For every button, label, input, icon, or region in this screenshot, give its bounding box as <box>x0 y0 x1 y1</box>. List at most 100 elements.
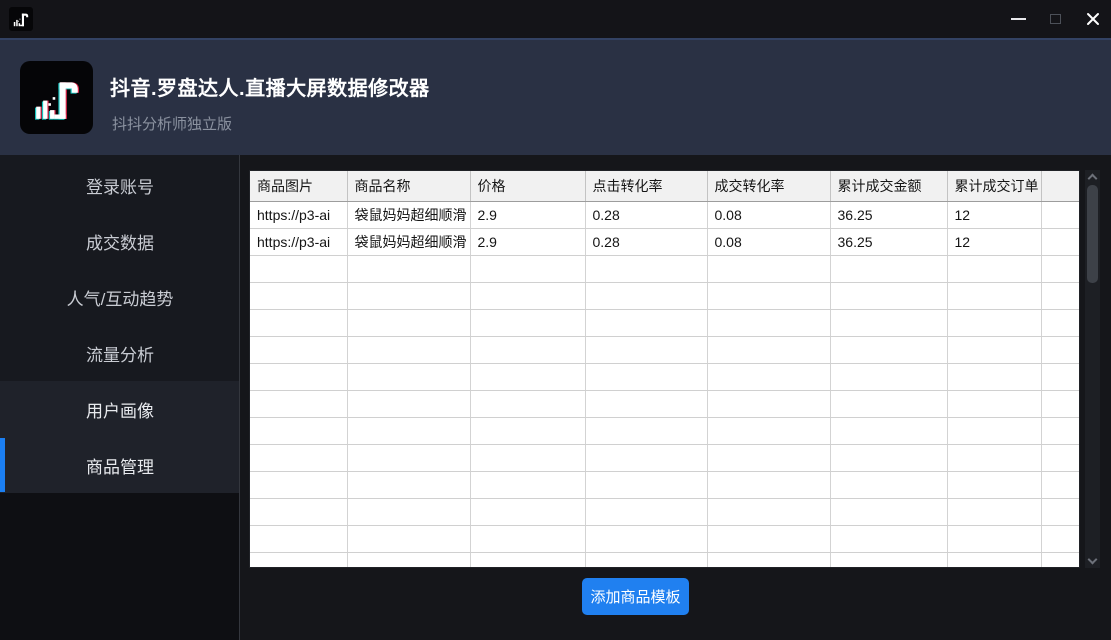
table-cell[interactable]: 0.28 <box>585 228 708 256</box>
table-cell-empty <box>707 309 831 337</box>
sidebar-item-label: 人气/互动趋势 <box>66 289 174 309</box>
column-header[interactable]: 商品图片 <box>250 171 348 202</box>
table-cell-empty <box>830 336 948 364</box>
table-cell[interactable]: 2.9 <box>470 201 586 229</box>
chevron-up-icon[interactable] <box>1087 173 1098 184</box>
table-cell[interactable]: 袋鼠妈妈超细顺滑 <box>347 201 471 229</box>
table-cell-empty <box>947 390 1042 418</box>
chevron-down-icon[interactable] <box>1087 554 1098 565</box>
minimize-button[interactable] <box>1000 0 1037 38</box>
table-cell-empty <box>470 255 586 283</box>
table-cell-empty[interactable] <box>1041 201 1079 229</box>
table-empty-row <box>250 282 1079 310</box>
app-logo <box>20 61 93 134</box>
sidebar-item[interactable]: 登录账号 <box>0 157 240 213</box>
table-cell-empty <box>250 336 348 364</box>
table-cell-empty <box>585 417 708 445</box>
table-cell[interactable]: 0.08 <box>707 201 831 229</box>
column-header[interactable]: 累计成交订单 <box>947 171 1042 202</box>
table-cell[interactable]: 12 <box>947 201 1042 229</box>
table-cell[interactable]: 0.08 <box>707 228 831 256</box>
column-header[interactable]: 点击转化率 <box>585 171 708 202</box>
table-cell-empty <box>470 417 586 445</box>
table-cell-empty <box>1041 444 1079 472</box>
table-header-row: 商品图片 商品名称 价格 点击转化率 成交转化率 累计成交金额 累计成交订单 <box>250 171 1079 202</box>
table-cell-empty <box>1041 363 1079 391</box>
table-cell[interactable]: 36.25 <box>830 228 948 256</box>
table-cell-empty <box>947 417 1042 445</box>
sidebar-item[interactable]: 流量分析 <box>0 325 240 381</box>
table-cell-empty <box>707 363 831 391</box>
table-cell[interactable]: 0.28 <box>585 201 708 229</box>
table-cell-empty <box>947 471 1042 499</box>
sidebar-item[interactable]: 成交数据 <box>0 213 240 269</box>
scrollbar-thumb[interactable] <box>1087 185 1098 283</box>
table-empty-row <box>250 552 1079 567</box>
table-cell-empty <box>830 417 948 445</box>
table-cell[interactable]: 36.25 <box>830 201 948 229</box>
sidebar-item[interactable]: 用户画像 <box>0 381 240 437</box>
table-cell-empty <box>585 363 708 391</box>
table-cell-empty <box>830 471 948 499</box>
table-cell-empty <box>250 498 348 526</box>
vertical-scrollbar[interactable] <box>1085 170 1100 568</box>
column-header-filler <box>1041 171 1079 202</box>
table-cell-empty <box>250 417 348 445</box>
table-empty-row <box>250 336 1079 364</box>
table-cell-empty <box>250 363 348 391</box>
table-cell-empty <box>707 444 831 472</box>
table-cell-empty <box>1041 282 1079 310</box>
table-cell-empty <box>707 471 831 499</box>
table-cell[interactable]: 2.9 <box>470 228 586 256</box>
table-cell-empty <box>250 282 348 310</box>
app-icon-glyph <box>13 13 29 27</box>
main-content: 商品图片 商品名称 价格 点击转化率 成交转化率 累计成交金额 累计成交订单 https:/… <box>240 155 1111 640</box>
sidebar-item-label: 流量分析 <box>86 345 154 365</box>
table-cell-empty <box>250 390 348 418</box>
table-cell-empty <box>830 255 948 283</box>
table-cell-empty <box>1041 309 1079 337</box>
table-cell-empty <box>250 444 348 472</box>
table-cell-empty <box>585 309 708 337</box>
table-cell-empty <box>250 552 348 567</box>
table-cell-empty <box>250 525 348 553</box>
table-empty-row <box>250 417 1079 445</box>
table-cell-empty <box>585 282 708 310</box>
table-cell-empty <box>347 309 471 337</box>
sidebar-item[interactable]: 商品管理 <box>0 437 240 493</box>
column-header[interactable]: 商品名称 <box>347 171 471 202</box>
table-row: https://p3-ai 袋鼠妈妈超细顺滑 2.9 0.28 0.08 36.25 12 <box>250 201 1079 229</box>
table-cell-empty <box>830 390 948 418</box>
close-button[interactable] <box>1074 0 1111 38</box>
table-cell-empty <box>585 336 708 364</box>
sidebar-item[interactable]: 人气/互动趋势 <box>0 269 240 325</box>
column-header[interactable]: 成交转化率 <box>707 171 831 202</box>
table-cell-empty[interactable] <box>1041 228 1079 256</box>
table-cell-empty <box>707 390 831 418</box>
table-cell-empty <box>947 309 1042 337</box>
table-cell-empty <box>347 336 471 364</box>
table-cell-empty <box>947 498 1042 526</box>
table-cell-empty <box>250 255 348 283</box>
table-cell-empty <box>470 363 586 391</box>
table-cell-empty <box>585 444 708 472</box>
table-cell[interactable]: https://p3-ai <box>250 228 348 256</box>
table-empty-row <box>250 255 1079 283</box>
table-cell[interactable]: 袋鼠妈妈超细顺滑 <box>347 228 471 256</box>
add-product-template-button[interactable]: 添加商品模板 <box>582 578 689 615</box>
column-header[interactable]: 价格 <box>470 171 586 202</box>
table-empty-row <box>250 498 1079 526</box>
column-header[interactable]: 累计成交金额 <box>830 171 948 202</box>
table-cell-empty <box>1041 390 1079 418</box>
table-cell-empty <box>947 525 1042 553</box>
table-cell-empty <box>347 525 471 553</box>
table-cell[interactable]: 12 <box>947 228 1042 256</box>
sidebar-nav: 登录账号 成交数据 人气/互动趋势 流量分析 用户画像 商品管理 <box>0 157 240 493</box>
sidebar-item-label: 用户画像 <box>86 401 154 421</box>
table-cell-empty <box>347 552 471 567</box>
table-cell[interactable]: https://p3-ai <box>250 201 348 229</box>
table-cell-empty <box>250 309 348 337</box>
maximize-button[interactable] <box>1037 0 1074 38</box>
table-cell-empty <box>947 363 1042 391</box>
table-row: https://p3-ai 袋鼠妈妈超细顺滑 2.9 0.28 0.08 36.25 12 <box>250 228 1079 256</box>
